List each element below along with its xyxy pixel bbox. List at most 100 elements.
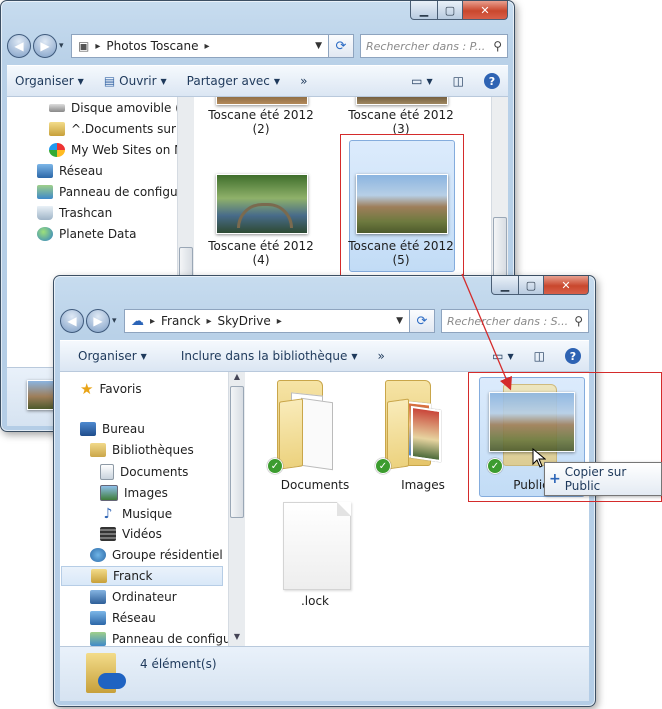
drag-tooltip-label: Copier sur Public xyxy=(564,465,627,493)
share-button[interactable]: Partager avec ▼ xyxy=(179,71,288,91)
network-icon xyxy=(90,611,106,625)
help-button[interactable]: ? xyxy=(557,345,589,367)
address-dropdown-icon[interactable]: ▼ xyxy=(315,41,322,51)
nav-item-favorites[interactable]: ★ Favoris xyxy=(80,380,142,398)
navigation-pane: ★ Favoris Bureau Bibliothèques Documents … xyxy=(60,372,230,646)
nav-item-control-panel[interactable]: Panneau de configura xyxy=(90,632,230,646)
nav-item-desktop[interactable]: Bureau xyxy=(80,422,145,436)
caret-icon: ▼ xyxy=(273,76,281,86)
organize-button[interactable]: Organiser ▼ xyxy=(7,71,92,91)
nav-item-computer[interactable]: Ordinateur xyxy=(90,590,177,604)
preview-pane-button[interactable]: ◫ xyxy=(526,346,553,366)
recent-pages-dropdown[interactable]: ▾ xyxy=(112,316,120,326)
minimize-button[interactable]: ▁ xyxy=(491,276,519,295)
scroll-up-icon[interactable]: ▲ xyxy=(229,372,245,386)
search-placeholder: Rechercher dans : S... xyxy=(447,314,569,328)
sync-check-icon: ✓ xyxy=(375,458,391,474)
preview-pane-icon: ◫ xyxy=(452,74,464,88)
nav-item-pictures[interactable]: Images xyxy=(100,485,168,501)
nav-item-planete-data[interactable]: Planete Data xyxy=(37,227,136,241)
file-lock[interactable] xyxy=(283,502,351,590)
nav-label: Vidéos xyxy=(122,527,162,541)
open-button[interactable]: ▤ Ouvrir ▼ xyxy=(96,71,175,91)
nav-item-franck[interactable]: Franck xyxy=(61,566,223,586)
nav-label: Musique xyxy=(122,507,173,521)
folder-documents[interactable]: ✓ xyxy=(265,380,345,480)
mouse-cursor-icon xyxy=(532,448,546,468)
nav-item-network[interactable]: Réseau xyxy=(90,611,156,625)
minimize-button[interactable]: ▁ xyxy=(410,1,438,20)
folder-images[interactable]: ✓ xyxy=(373,380,453,480)
organize-button[interactable]: Organiser ▼ xyxy=(70,346,155,366)
view-options-button[interactable]: ▭ ▼ xyxy=(403,71,441,91)
nav-item-my-web-sites[interactable]: My Web Sites on MS xyxy=(49,143,181,157)
photo-thumbnail xyxy=(216,97,308,105)
nav-label: My Web Sites on MS xyxy=(71,143,181,157)
breadcrumb-separator-icon: ▸ xyxy=(204,40,210,52)
breadcrumb-item[interactable]: Photos Toscane xyxy=(106,39,198,53)
nav-label: Bibliothèques xyxy=(112,443,194,457)
nav-item-network[interactable]: Réseau xyxy=(37,164,103,178)
nav-item-documents-share[interactable]: ^.Documents sur d.c xyxy=(49,122,181,136)
navigation-scrollbar[interactable]: ▲ ▼ xyxy=(228,372,245,646)
nav-item-removable-disk[interactable]: Disque amovible (L:) xyxy=(49,101,181,115)
help-button[interactable]: ? xyxy=(476,70,508,92)
nav-item-trashcan[interactable]: Trashcan xyxy=(37,206,112,220)
file-number: (2) xyxy=(252,122,270,136)
back-button[interactable]: ◀ xyxy=(7,34,31,58)
scroll-down-icon[interactable]: ▼ xyxy=(229,632,245,646)
nav-item-documents[interactable]: Documents xyxy=(100,464,188,480)
view-icon: ▭ xyxy=(411,74,423,88)
forward-button[interactable]: ▶ xyxy=(86,309,110,333)
address-dropdown-icon[interactable]: ▼ xyxy=(396,316,403,326)
breadcrumb-item[interactable]: SkyDrive xyxy=(218,314,271,328)
search-input[interactable]: Rechercher dans : P... ⚲ xyxy=(360,34,508,58)
include-label: Inclure dans la bibliothèque xyxy=(180,349,348,363)
include-library-button[interactable]: Inclure dans la bibliothèque ▼ xyxy=(173,346,366,366)
nav-item-videos[interactable]: Vidéos xyxy=(100,527,162,541)
folder-front-shape xyxy=(279,398,303,470)
search-placeholder: Rechercher dans : P... xyxy=(366,39,486,53)
refresh-button[interactable]: ⟳ xyxy=(410,309,435,333)
breadcrumb-item[interactable]: Franck xyxy=(161,314,200,328)
music-note-icon: ♪ xyxy=(103,506,113,522)
file-tile[interactable]: Toscane été 2012 (2) xyxy=(206,108,316,136)
search-input[interactable]: Rechercher dans : S... ⚲ xyxy=(441,309,589,333)
file-name: Toscane été 2012 xyxy=(208,108,314,122)
nav-item-homegroup[interactable]: Groupe résidentiel xyxy=(90,548,223,562)
globe-icon xyxy=(37,227,53,241)
more-commands-button[interactable]: » xyxy=(292,71,315,91)
file-name: Images xyxy=(401,478,445,492)
open-app-icon: ▤ xyxy=(103,74,116,88)
file-tile[interactable]: Toscane été 2012 (3) xyxy=(346,108,456,136)
usb-drive-icon xyxy=(49,104,65,112)
more-commands-button[interactable]: » xyxy=(370,346,393,366)
address-bar[interactable]: ☁ ▸ Franck ▸ SkyDrive ▸ ▼ xyxy=(124,309,410,333)
preview-pane-button[interactable]: ◫ xyxy=(445,71,472,91)
breadcrumb-separator-icon: ▸ xyxy=(206,315,212,327)
file-tile[interactable]: Toscane été 2012 (4) xyxy=(206,239,316,267)
caret-icon: ▼ xyxy=(140,351,147,361)
maximize-button[interactable]: ▢ xyxy=(438,1,463,20)
search-icon: ⚲ xyxy=(574,314,583,328)
back-button[interactable]: ◀ xyxy=(60,309,84,333)
file-name: .lock xyxy=(300,594,330,608)
nav-label: Groupe résidentiel xyxy=(112,548,223,562)
open-label: Ouvrir xyxy=(119,74,157,88)
nav-item-libraries[interactable]: Bibliothèques xyxy=(90,443,194,457)
breadcrumb-separator-icon: ▸ xyxy=(95,40,101,52)
share-label: Partager avec xyxy=(186,74,270,88)
nav-item-music[interactable]: ♪ Musique xyxy=(100,506,173,522)
view-options-button[interactable]: ▭ ▼ xyxy=(484,346,522,366)
refresh-button[interactable]: ⟳ xyxy=(329,34,354,58)
forward-button[interactable]: ▶ xyxy=(33,34,57,58)
close-button[interactable]: ✕ xyxy=(463,1,508,20)
recent-pages-dropdown[interactable]: ▾ xyxy=(59,41,67,51)
nav-item-control-panel[interactable]: Panneau de configura xyxy=(37,185,181,199)
address-bar[interactable]: ▣ ▸ Photos Toscane ▸ ▼ xyxy=(71,34,329,58)
scroll-thumb[interactable] xyxy=(230,386,244,518)
desktop-icon xyxy=(80,422,96,436)
maximize-button[interactable]: ▢ xyxy=(519,276,544,295)
close-button[interactable]: ✕ xyxy=(544,276,589,295)
highlight-source-box xyxy=(340,134,464,276)
